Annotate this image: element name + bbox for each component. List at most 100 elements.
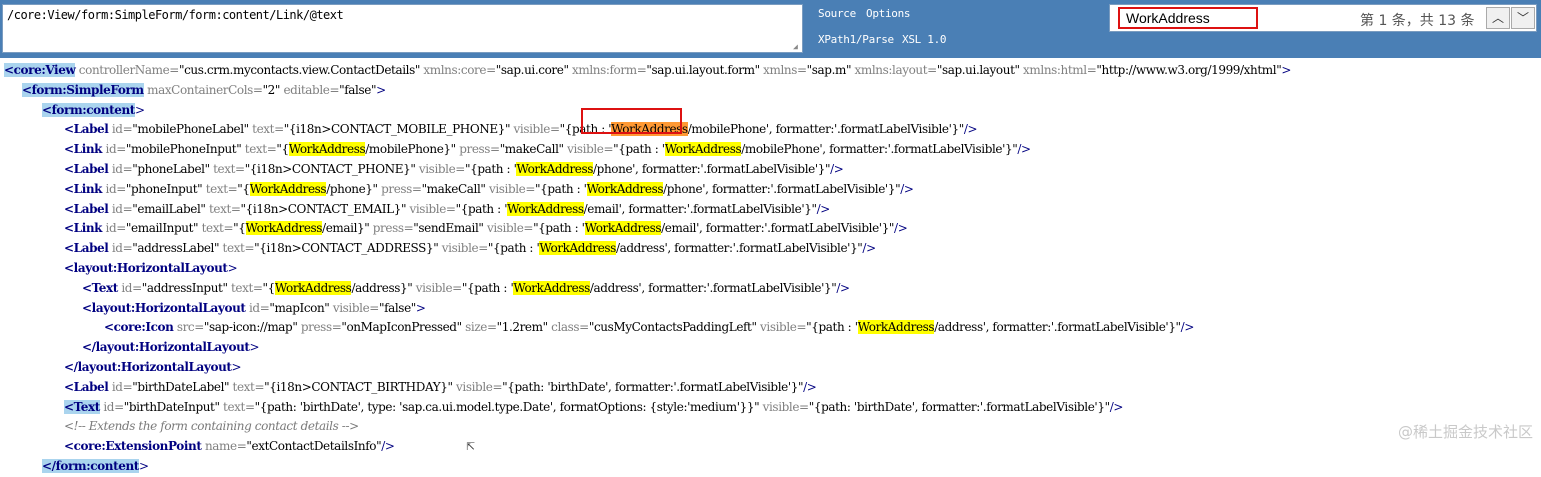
code-line: <Link id="phoneInput" text="{WorkAddress… <box>0 180 1541 200</box>
code-token: visible= <box>412 280 463 295</box>
search-match: WorkAddress <box>507 201 584 216</box>
code-token: "sap.ui.layout.form" <box>646 63 760 77</box>
code-token: "mapIcon" <box>269 300 330 315</box>
code-token: <!-- Extends the form containing contact… <box>64 419 359 434</box>
code-token: visible= <box>759 399 810 414</box>
code-token: /address', formatter:'.formatLabelVisibl… <box>615 241 863 256</box>
code-token: "sap-icon://map" <box>203 320 298 335</box>
code-token: src= <box>173 320 204 335</box>
code-token: "{ <box>262 280 276 295</box>
code-token: "onMapIconPressed" <box>341 320 462 335</box>
code-line: <layout:HorizontalLayout id="mapIcon" vi… <box>0 299 1541 319</box>
toolbar: /core:View/form:SimpleForm/form:content/… <box>0 0 1541 58</box>
xsl-version-button[interactable]: XSL 1.0 <box>902 33 947 46</box>
code-token: <Label <box>64 122 109 137</box>
code-line: <core:Icon src="sap-icon://map" press="o… <box>0 318 1541 338</box>
code-token: <core:ExtensionPoint <box>64 439 202 454</box>
code-token: text= <box>205 201 241 216</box>
code-token: xmlns:layout= <box>851 63 938 77</box>
code-token: "sap.ui.core" <box>495 63 569 77</box>
code-token: "{path : ' <box>535 181 587 196</box>
code-token: id= <box>108 201 133 216</box>
code-token: text= <box>219 399 255 414</box>
code-token: maxContainerCols= <box>143 82 263 97</box>
source-button[interactable]: Source <box>818 7 856 20</box>
code-token: <layout:HorizontalLayout <box>82 300 246 315</box>
code-token: "{path : ' <box>461 280 514 295</box>
code-token: /mobilePhone', formatter:'.formatLabelVi… <box>687 122 965 137</box>
find-next-button[interactable]: ﹀ <box>1511 7 1535 29</box>
code-token: "{i18n>CONTACT_PHONE}" <box>244 161 416 176</box>
code-token: size= <box>461 320 497 335</box>
search-match: WorkAddress <box>516 161 594 176</box>
find-input[interactable]: WorkAddress <box>1118 7 1258 29</box>
code-token: <Text <box>82 280 118 295</box>
code-token: visible= <box>415 161 466 176</box>
find-prev-button[interactable]: ︿ <box>1486 7 1510 29</box>
code-token: text= <box>209 161 245 176</box>
code-token: /mobilePhone', formatter:'.formatLabelVi… <box>741 142 1018 157</box>
code-token: id= <box>108 379 133 394</box>
code-token: <Link <box>64 181 103 196</box>
search-match: WorkAddress <box>539 241 616 256</box>
code-token: text= <box>202 181 238 196</box>
search-match: WorkAddress <box>245 221 323 236</box>
code-line: <Label id="addressLabel" text="{i18n>CON… <box>0 239 1541 259</box>
code-token: "addressLabel" <box>132 241 220 256</box>
code-line: </layout:HorizontalLayout> <box>0 358 1541 378</box>
xpath-parse-button[interactable]: XPath1/Parse <box>818 33 894 46</box>
highlight-box <box>581 108 682 134</box>
code-token: "false" <box>339 82 377 97</box>
search-match: WorkAddress <box>584 221 662 236</box>
options-button[interactable]: Options <box>866 7 911 20</box>
search-match: WorkAddress <box>249 181 327 196</box>
code-token: > <box>227 260 238 275</box>
code-token: "{i18n>CONTACT_MOBILE_PHONE}" <box>283 122 511 137</box>
code-token: id= <box>108 241 133 256</box>
code-line: <!-- Extends the form containing contact… <box>0 417 1541 437</box>
code-token: text= <box>229 379 265 394</box>
code-token: "{i18n>CONTACT_ADDRESS}" <box>254 241 439 256</box>
code-token: class= <box>547 320 589 335</box>
search-match: WorkAddress <box>288 142 366 157</box>
code-token: "sendEmail" <box>413 221 484 236</box>
code-token: </layout:HorizontalLayout <box>64 359 232 374</box>
code-token: editable= <box>280 82 340 97</box>
chevron-down-icon: ﹀ <box>1516 11 1529 25</box>
code-token: id= <box>245 300 270 315</box>
code-token: visible= <box>329 300 380 315</box>
code-token: > <box>415 300 426 315</box>
code-token: <core:View <box>4 63 76 77</box>
code-token: <core:Icon <box>104 320 174 335</box>
code-token: /address}" <box>351 280 413 295</box>
code-token: id= <box>102 181 127 196</box>
code-token: </layout:HorizontalLayout <box>82 340 250 355</box>
code-token: > <box>231 359 242 374</box>
code-line: <Label id="birthDateLabel" text="{i18n>C… <box>0 378 1541 398</box>
code-token: "mobilePhoneInput" <box>125 142 242 157</box>
code-token: <Link <box>64 221 103 236</box>
code-token: /email', formatter:'.formatLabelVisible'… <box>583 201 817 216</box>
code-token: /> <box>836 280 850 295</box>
code-line: <form:SimpleForm maxContainerCols="2" ed… <box>0 81 1541 101</box>
code-token: > <box>376 82 386 97</box>
code-line: <Label id="mobilePhoneLabel" text="{i18n… <box>0 120 1541 140</box>
code-line: <layout:HorizontalLayout> <box>0 259 1541 279</box>
code-token: > <box>138 458 149 473</box>
code-token: id= <box>108 161 133 176</box>
code-token: /mobilePhone}" <box>365 142 456 157</box>
code-token: id= <box>108 122 133 137</box>
find-match-count: 第 1 条，共 13 条 <box>1360 13 1475 29</box>
xpath-text: /core:View/form:SimpleForm/form:content/… <box>7 8 344 22</box>
code-token: press= <box>297 320 342 335</box>
code-line: <form:content> <box>0 101 1541 121</box>
resize-grip-icon[interactable]: ◢ <box>793 43 801 51</box>
xpath-input[interactable]: /core:View/form:SimpleForm/form:content/… <box>2 4 803 53</box>
code-line: <Label id="phoneLabel" text="{i18n>CONTA… <box>0 160 1541 180</box>
code-token: id= <box>99 399 124 414</box>
code-token: xmlns= <box>759 63 807 77</box>
code-token: "{ <box>276 142 289 157</box>
code-line: <Link id="emailInput" text="{WorkAddress… <box>0 219 1541 239</box>
code-token: text= <box>198 221 234 236</box>
watermark: @稀土掘金技术社区 <box>1397 423 1533 441</box>
